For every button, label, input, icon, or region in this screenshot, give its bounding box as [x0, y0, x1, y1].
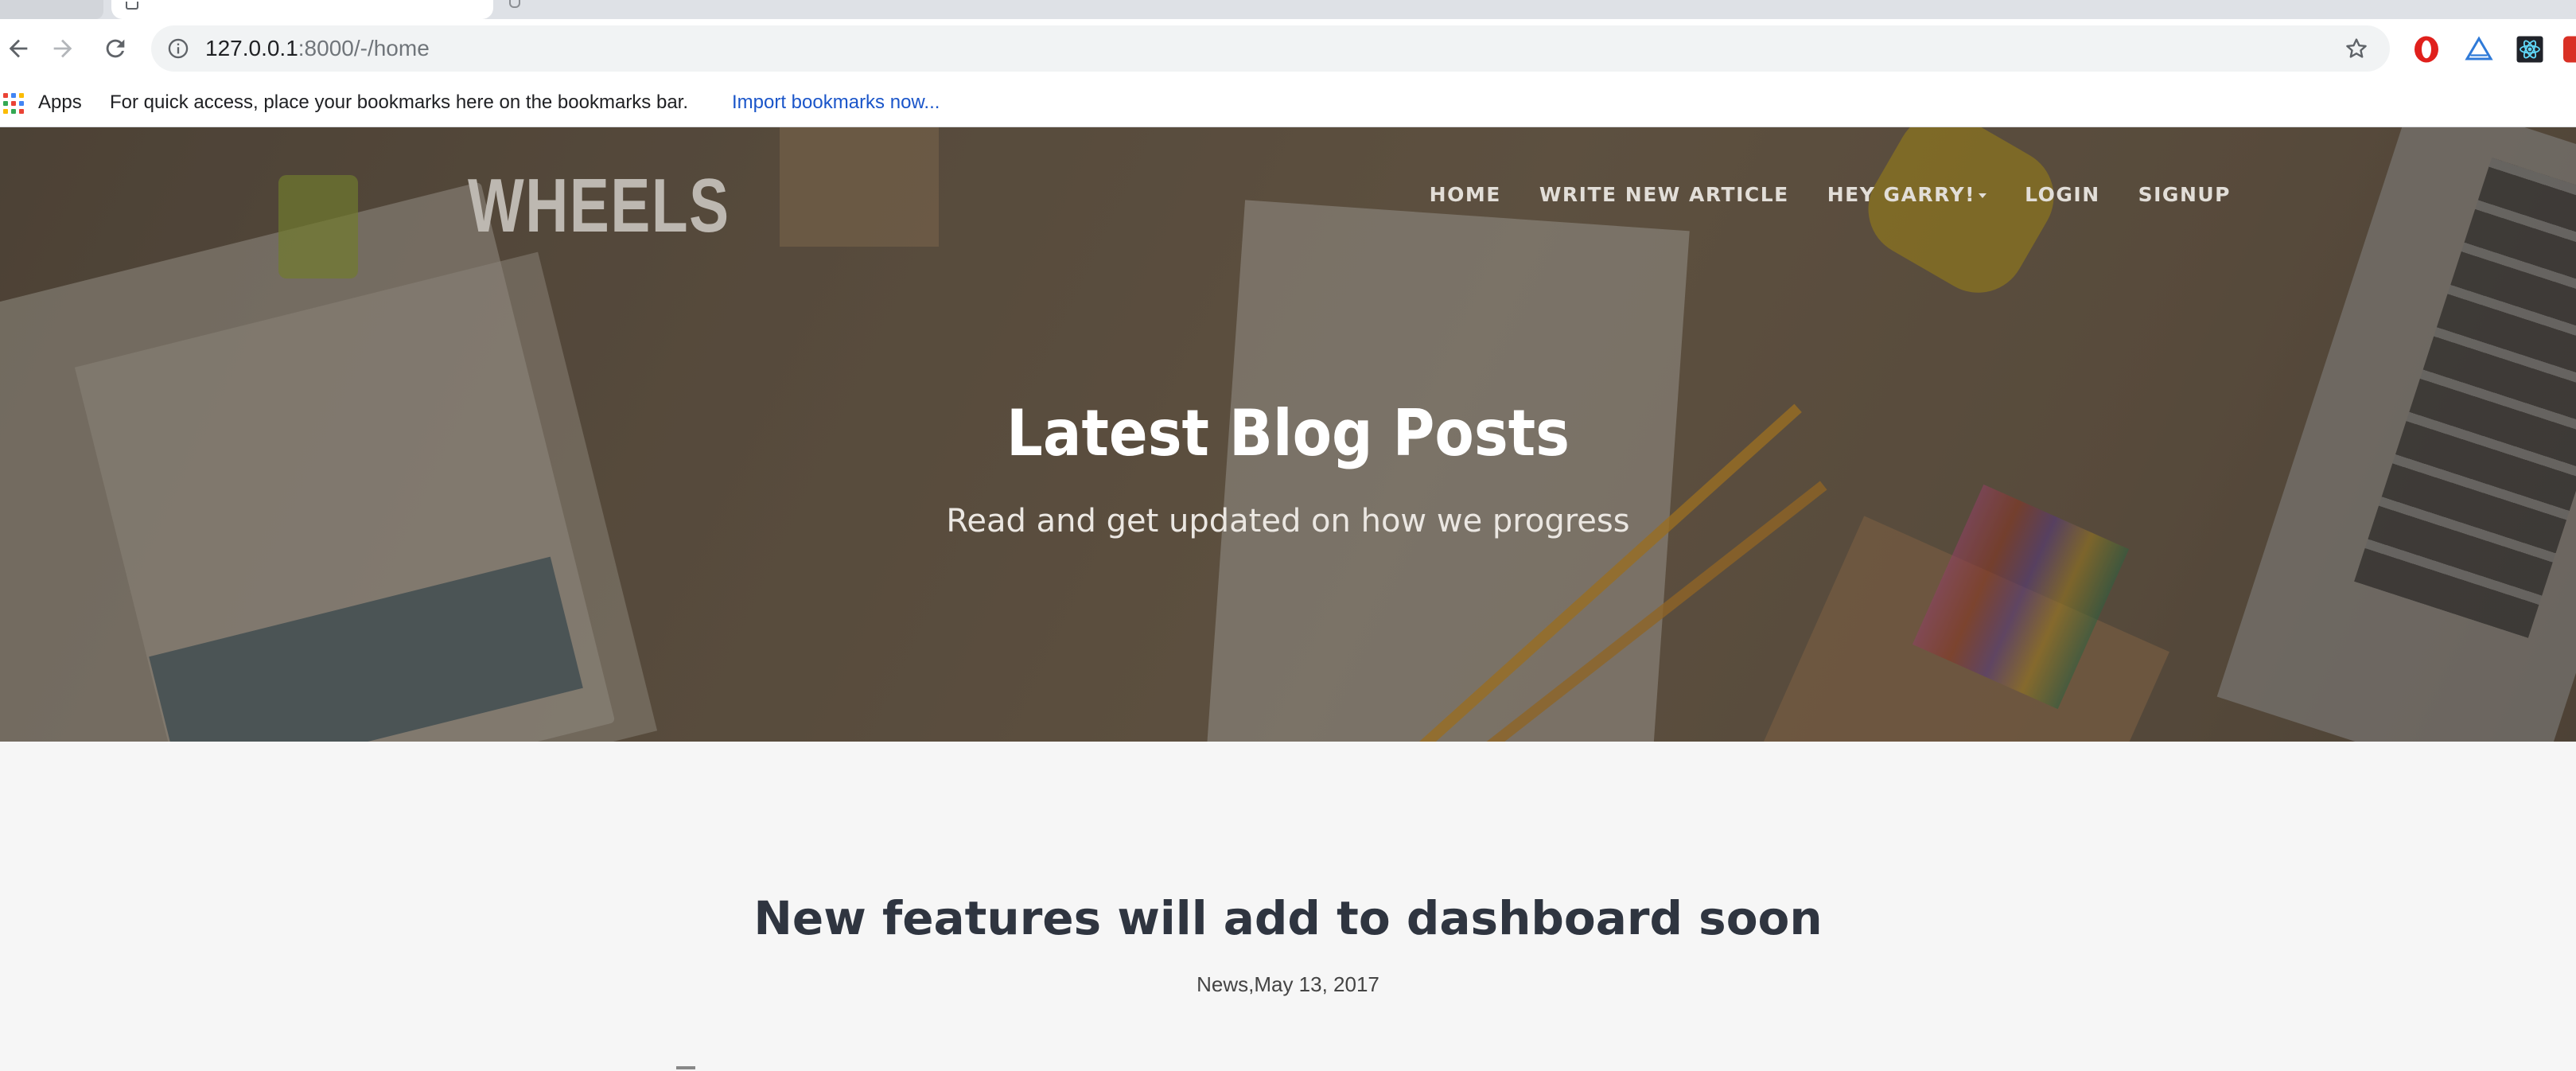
address-bar[interactable]: 127.0.0.1:8000/-/home	[151, 25, 2390, 72]
tab-previous[interactable]	[0, 0, 103, 19]
bookmarks-bar: Apps For quick access, place your bookma…	[0, 78, 2576, 127]
star-icon[interactable]	[2344, 36, 2369, 61]
nav-home[interactable]: HOME	[1430, 183, 1501, 206]
tab-strip	[0, 0, 2576, 19]
post-title-link[interactable]: New features will add to dashboard soon	[0, 891, 2576, 945]
post-body-fragment	[676, 1066, 695, 1069]
hero-subtitle: Read and get updated on how we progress	[946, 503, 1630, 539]
browser-toolbar: 127.0.0.1:8000/-/home	[0, 19, 2576, 78]
tab-next-favicon-icon[interactable]	[509, 0, 520, 8]
nav-user-menu[interactable]: HEY GARRY!	[1827, 183, 1987, 206]
opera-extension-icon[interactable]	[2412, 35, 2441, 64]
site-logo[interactable]: WHEELS	[468, 162, 730, 250]
red-extension-icon[interactable]	[2563, 35, 2576, 64]
post-meta: News,May 13, 2017	[1197, 972, 1379, 996]
url-host: 127.0.0.1	[205, 36, 298, 60]
nav-signup[interactable]: SIGNUP	[2138, 183, 2231, 206]
reload-icon	[106, 39, 125, 58]
hero-title: Latest Blog Posts	[1006, 396, 1570, 470]
apps-shortcut[interactable]: Apps	[38, 78, 82, 127]
bookmarks-hint: For quick access, place your bookmarks h…	[110, 92, 689, 113]
back-icon	[9, 39, 28, 58]
triangle-extension-icon[interactable]	[2465, 35, 2493, 64]
hero-banner: WHEELS HOME WRITE NEW ARTICLE HEY GARRY!…	[0, 127, 2576, 742]
back-button[interactable]	[0, 30, 37, 67]
url-path: :8000/-/home	[298, 36, 430, 60]
reload-button[interactable]	[97, 30, 134, 67]
forward-icon	[53, 39, 72, 58]
nav-user-label: HEY GARRY!	[1827, 183, 1976, 206]
forward-button[interactable]	[45, 30, 81, 67]
main-navigation: HOME WRITE NEW ARTICLE HEY GARRY! LOGIN …	[1430, 183, 2231, 206]
url-text[interactable]: 127.0.0.1:8000/-/home	[205, 25, 430, 72]
page-favicon-icon	[126, 2, 138, 10]
caret-down-icon	[1979, 193, 1987, 198]
react-devtools-icon[interactable]	[2516, 35, 2544, 64]
info-icon[interactable]	[167, 37, 189, 60]
nav-write-new-article[interactable]: WRITE NEW ARTICLE	[1539, 183, 1789, 206]
apps-grid-icon[interactable]	[3, 93, 24, 114]
tab-active[interactable]	[111, 0, 493, 19]
import-bookmarks-link[interactable]: Import bookmarks now...	[732, 78, 940, 127]
nav-login[interactable]: LOGIN	[2025, 183, 2100, 206]
